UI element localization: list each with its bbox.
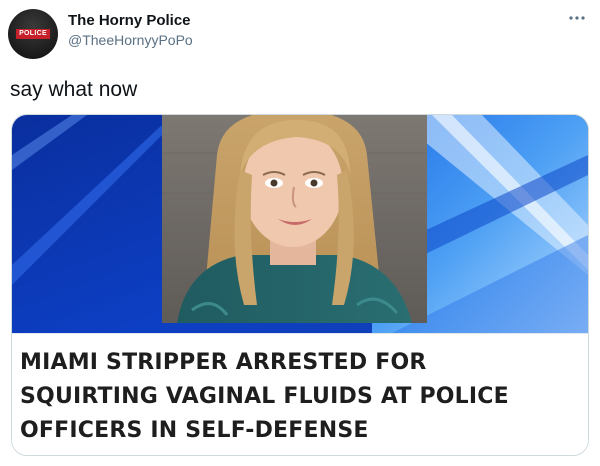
card-headline[interactable]: MIAMI STRIPPER ARRESTED FOR SQUIRTING VA… [12, 333, 588, 455]
author-display-name[interactable]: The Horny Police [68, 12, 191, 29]
ellipsis-icon [569, 16, 585, 20]
headline-line: OFFICERS IN SELF-DEFENSE [20, 418, 369, 443]
tweet-text: say what now [10, 78, 138, 101]
author-avatar[interactable]: POLICE [8, 9, 58, 59]
police-badge-icon: POLICE [16, 29, 50, 39]
tweet: POLICE The Horny Police @TheeHornyyPoPo … [0, 0, 600, 466]
news-background-image [12, 115, 588, 333]
more-options-button[interactable] [566, 11, 588, 25]
headline-line: SQUIRTING VAGINAL FLUIDS AT POLICE [20, 384, 509, 409]
card-image[interactable] [12, 115, 588, 333]
link-card[interactable]: MIAMI STRIPPER ARRESTED FOR SQUIRTING VA… [11, 114, 589, 456]
headline-line: MIAMI STRIPPER ARRESTED FOR [20, 350, 427, 375]
headline-text: MIAMI STRIPPER ARRESTED FOR SQUIRTING VA… [20, 346, 580, 448]
author-handle[interactable]: @TheeHornyyPoPo [68, 32, 193, 48]
